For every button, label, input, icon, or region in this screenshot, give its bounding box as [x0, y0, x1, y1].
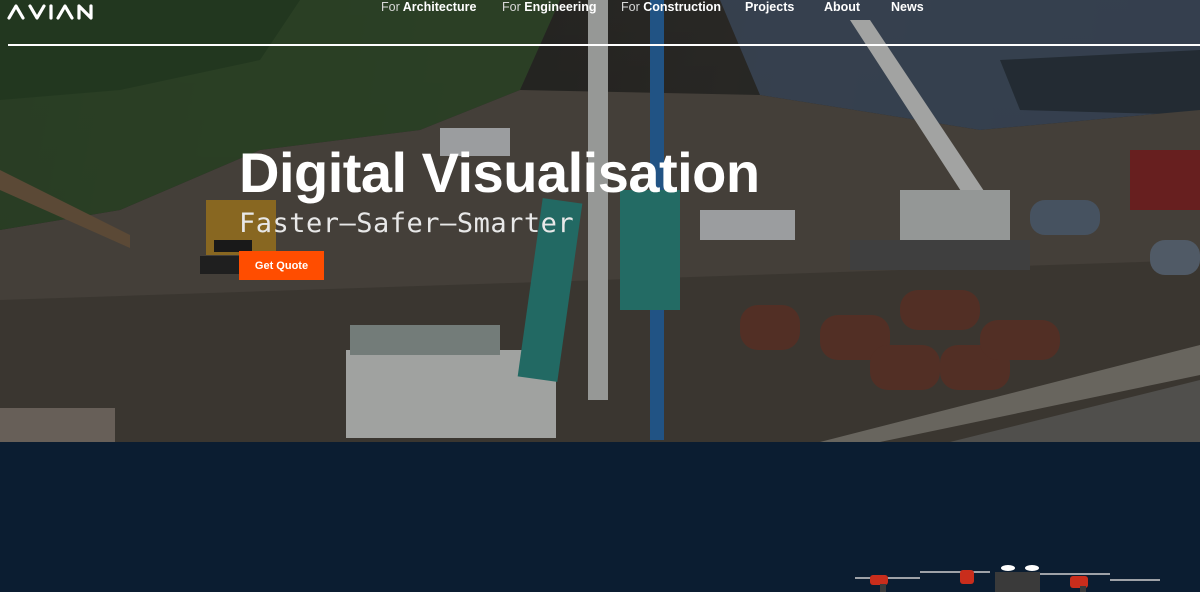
- nav-projects[interactable]: Projects: [745, 0, 794, 14]
- top-navigation: For Architecture For Engineering For Con…: [0, 0, 1200, 46]
- hero-title: Digital Visualisation: [239, 141, 760, 204]
- hero-banner: For Architecture For Engineering For Con…: [0, 0, 1200, 442]
- nav-for-architecture[interactable]: For Architecture: [381, 0, 476, 14]
- hero-subtitle: Faster–Safer–Smarter: [239, 208, 575, 239]
- nav-divider: [8, 44, 1200, 46]
- avian-logo[interactable]: [6, 0, 106, 20]
- nav-for-engineering[interactable]: For Engineering: [502, 0, 596, 14]
- get-quote-button[interactable]: Get Quote: [239, 251, 324, 280]
- drone-illustration: [855, 565, 1160, 592]
- hero-background-image: [0, 0, 1200, 442]
- nav-for-construction[interactable]: For Construction: [621, 0, 721, 14]
- nav-about[interactable]: About: [824, 0, 860, 14]
- nav-news[interactable]: News: [891, 0, 924, 14]
